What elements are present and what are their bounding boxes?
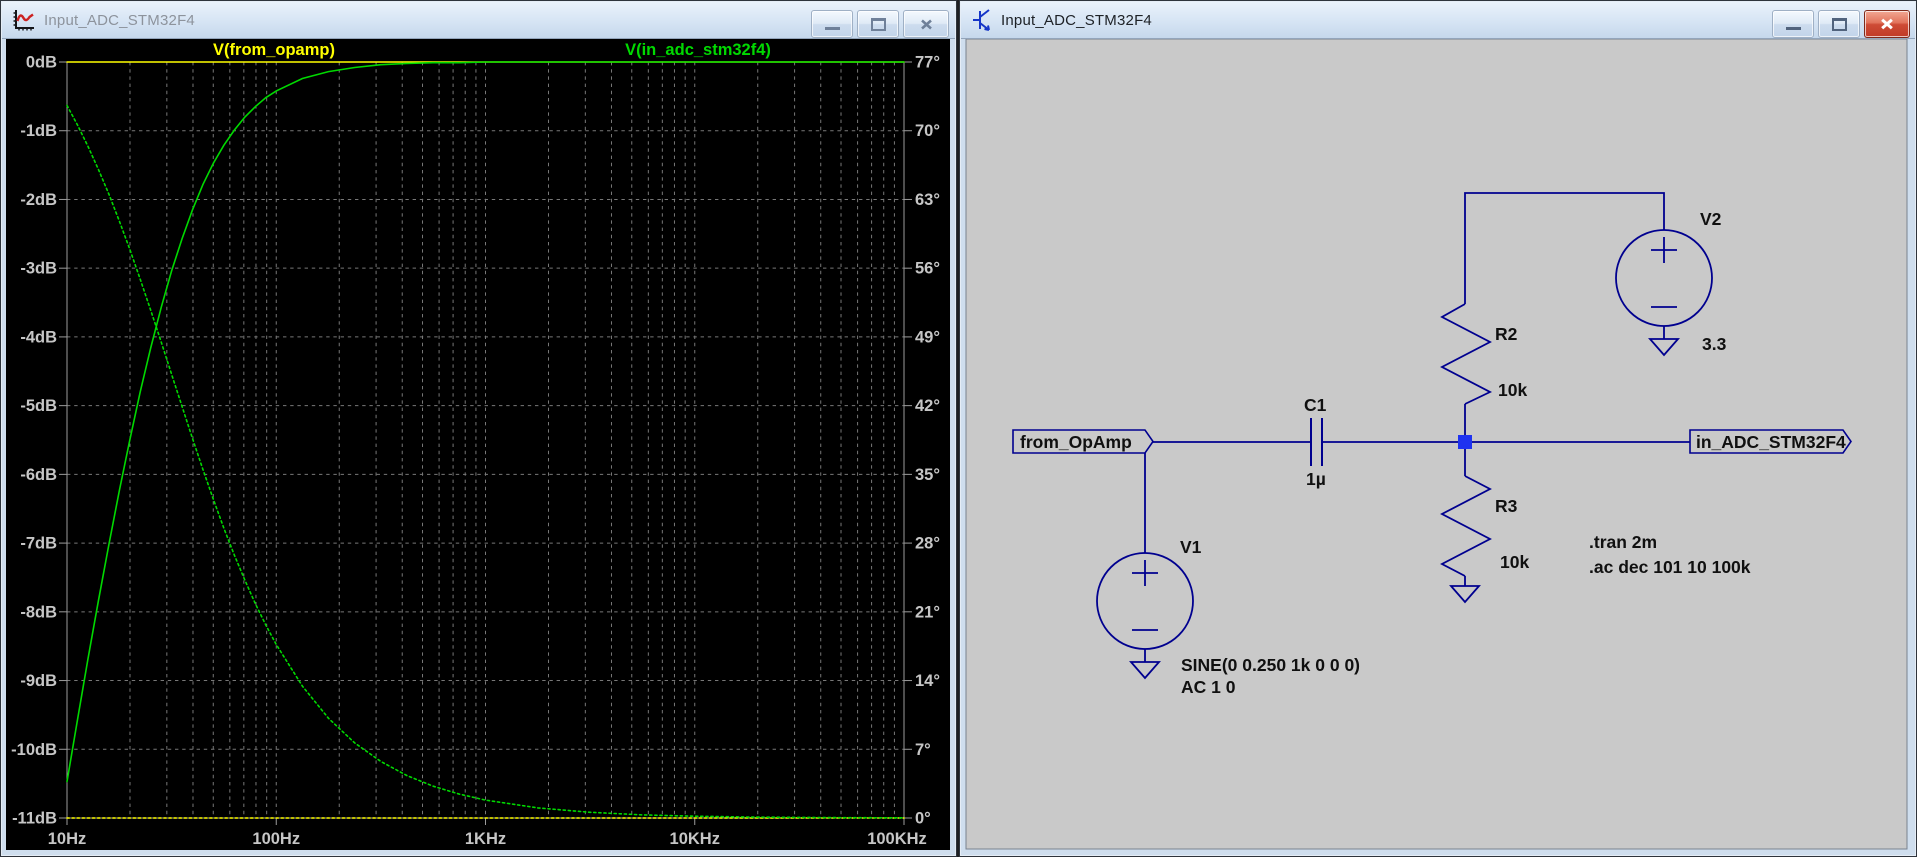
y-right-tick-label: 35°: [915, 466, 940, 484]
close-icon: [1881, 18, 1893, 30]
schematic[interactable]: from_OpAmp in_ADC_STM32F4 C1 1µ V1 SINE(…: [960, 1, 1916, 856]
y-left-tick-label: 0dB: [26, 54, 57, 72]
y-left-tick-label: -9dB: [20, 672, 57, 690]
y-left-tick-label: -8dB: [20, 603, 57, 621]
close-icon: [920, 19, 932, 29]
directive-ac[interactable]: .ac dec 101 10 100k: [1589, 557, 1751, 577]
v2-name[interactable]: V2: [1700, 209, 1722, 229]
y-right-tick-label: 56°: [915, 260, 940, 278]
r2-value[interactable]: 10k: [1498, 380, 1527, 400]
y-left-tick-label: -2dB: [20, 191, 57, 209]
y-right-tick-label: 21°: [915, 603, 940, 621]
x-tick-label: 1KHz: [465, 830, 506, 848]
close-button[interactable]: [1864, 10, 1910, 38]
y-right-tick-label: 28°: [915, 535, 940, 553]
bode-plot[interactable]: 0dB -1dB -2dB -3dB -4dB -5dB -6dB -7dB -8dB -9dB -…: [1, 1, 956, 856]
wire-junction: [1458, 435, 1472, 449]
y-left-tick-label: -6dB: [20, 466, 57, 484]
net-label-in-adc-stm32f4[interactable]: in_ADC_STM32F4: [1689, 429, 1852, 454]
y-left-tick-label: -7dB: [20, 535, 57, 553]
schematic-editor-window: from_OpAmp in_ADC_STM32F4 C1 1µ V1 SINE(…: [959, 0, 1917, 857]
x-tick-label: 100Hz: [252, 830, 300, 848]
y-right-tick-label: 49°: [915, 328, 940, 346]
y-left-tick-label: -11dB: [12, 810, 57, 828]
v1-value-ac[interactable]: AC 1 0: [1181, 677, 1236, 697]
v1-name[interactable]: V1: [1180, 537, 1202, 557]
y-right-tick-label: 7°: [915, 741, 931, 759]
plot-background[interactable]: [6, 39, 950, 850]
v2-value[interactable]: 3.3: [1702, 334, 1727, 354]
y-right-tick-label: 63°: [915, 191, 940, 209]
y-right-tick-label: 77°: [915, 54, 940, 72]
net-label-text: in_ADC_STM32F4: [1696, 432, 1846, 452]
minimize-button[interactable]: [811, 10, 853, 38]
y-left-tick-label: -10dB: [11, 741, 57, 759]
y-left-tick-label: -5dB: [20, 397, 57, 415]
x-tick-label: 100KHz: [867, 830, 927, 848]
v1-value-sine[interactable]: SINE(0 0.250 1k 0 0 0): [1181, 655, 1360, 675]
y-right-tick-label: 70°: [915, 122, 940, 140]
schematic-window-title: Input_ADC_STM32F4: [1001, 11, 1152, 29]
waveform-viewer-window: 0dB -1dB -2dB -3dB -4dB -5dB -6dB -7dB -8dB -9dB -…: [0, 0, 957, 857]
net-label-text: from_OpAmp: [1020, 432, 1132, 452]
y-right-tick-label: 42°: [915, 397, 940, 415]
y-right-tick-label: 0°: [915, 810, 931, 828]
waveform-app-icon[interactable]: [12, 8, 36, 32]
y-left-tick-label: -3dB: [20, 260, 57, 278]
schematic-app-icon[interactable]: [971, 7, 993, 33]
close-button[interactable]: [903, 10, 949, 38]
x-tick-label: 10KHz: [670, 830, 720, 848]
r3-value[interactable]: 10k: [1500, 552, 1529, 572]
r3-name[interactable]: R3: [1495, 496, 1518, 516]
minimize-button[interactable]: [1772, 10, 1814, 38]
y-left-tick-label: -1dB: [20, 122, 57, 140]
maximize-button[interactable]: [857, 10, 899, 38]
legend-v-from-opamp[interactable]: V(from_opamp): [213, 41, 335, 59]
legend-v-in-adc-stm32f4[interactable]: V(in_adc_stm32f4): [625, 41, 771, 59]
directive-tran[interactable]: .tran 2m: [1589, 532, 1657, 552]
c1-name[interactable]: C1: [1304, 395, 1327, 415]
x-tick-label: 10Hz: [48, 830, 87, 848]
maximize-button[interactable]: [1818, 10, 1860, 38]
y-right-tick-label: 14°: [915, 672, 940, 690]
plot-window-title: Input_ADC_STM32F4: [44, 11, 195, 29]
y-left-tick-label: -4dB: [20, 328, 57, 346]
r2-name[interactable]: R2: [1495, 324, 1518, 344]
c1-value[interactable]: 1µ: [1306, 469, 1326, 489]
